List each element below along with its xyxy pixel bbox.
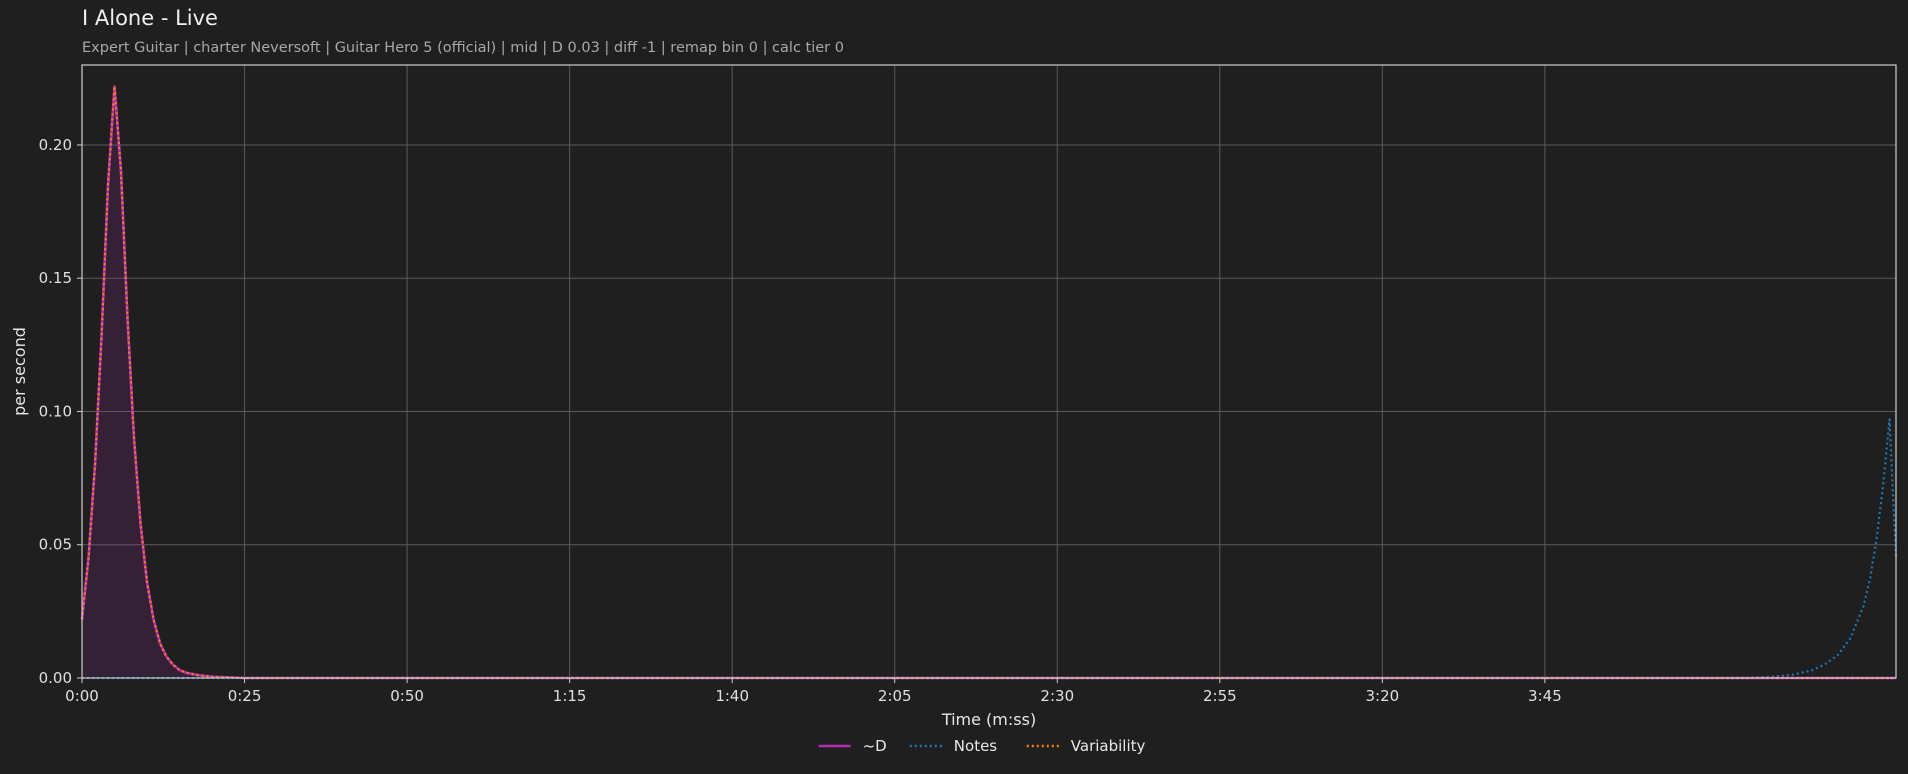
plot-frame	[81, 64, 1897, 679]
x-tick-label: 1:40	[715, 687, 749, 705]
legend-label-d: ~D	[863, 737, 887, 755]
series-area-d	[82, 86, 1896, 678]
series-layer	[80, 85, 1898, 680]
y-axis-title: per second	[10, 327, 29, 416]
x-tick-label: 0:50	[390, 687, 424, 705]
grid	[81, 65, 1896, 679]
series-line-variability	[80, 85, 1896, 680]
x-tick-label: 2:30	[1040, 687, 1074, 705]
y-tick-label: 0.00	[39, 669, 72, 687]
x-tick-label: 2:05	[878, 687, 912, 705]
x-tick-label: 0:00	[65, 687, 99, 705]
series-line-notes	[82, 418, 1898, 680]
legend-label-notes: Notes	[954, 737, 998, 755]
x-tick-label: 0:25	[228, 687, 262, 705]
series-line-d	[80, 85, 1896, 680]
ticks: 0:00 0:25 0:50 1:15 1:40 2:05 2:30 2:55 3:20 3:45…	[39, 136, 1562, 705]
y-tick-label: 0.15	[39, 269, 72, 287]
x-axis-title: Time (m:ss)	[941, 710, 1036, 729]
y-tick-label: 0.20	[39, 136, 72, 154]
legend: ~D Notes Variability	[818, 737, 1146, 755]
chart-canvas: 0:00 0:25 0:50 1:15 1:40 2:05 2:30 2:55 3:20 3:45…	[10, 64, 1898, 755]
y-tick-label: 0.05	[39, 536, 72, 554]
x-tick-label: 1:15	[553, 687, 587, 705]
legend-label-variability: Variability	[1071, 737, 1146, 755]
x-tick-label: 3:45	[1528, 687, 1562, 705]
y-tick-label: 0.10	[39, 402, 72, 420]
x-tick-label: 3:20	[1366, 687, 1400, 705]
x-tick-label: 2:55	[1203, 687, 1237, 705]
